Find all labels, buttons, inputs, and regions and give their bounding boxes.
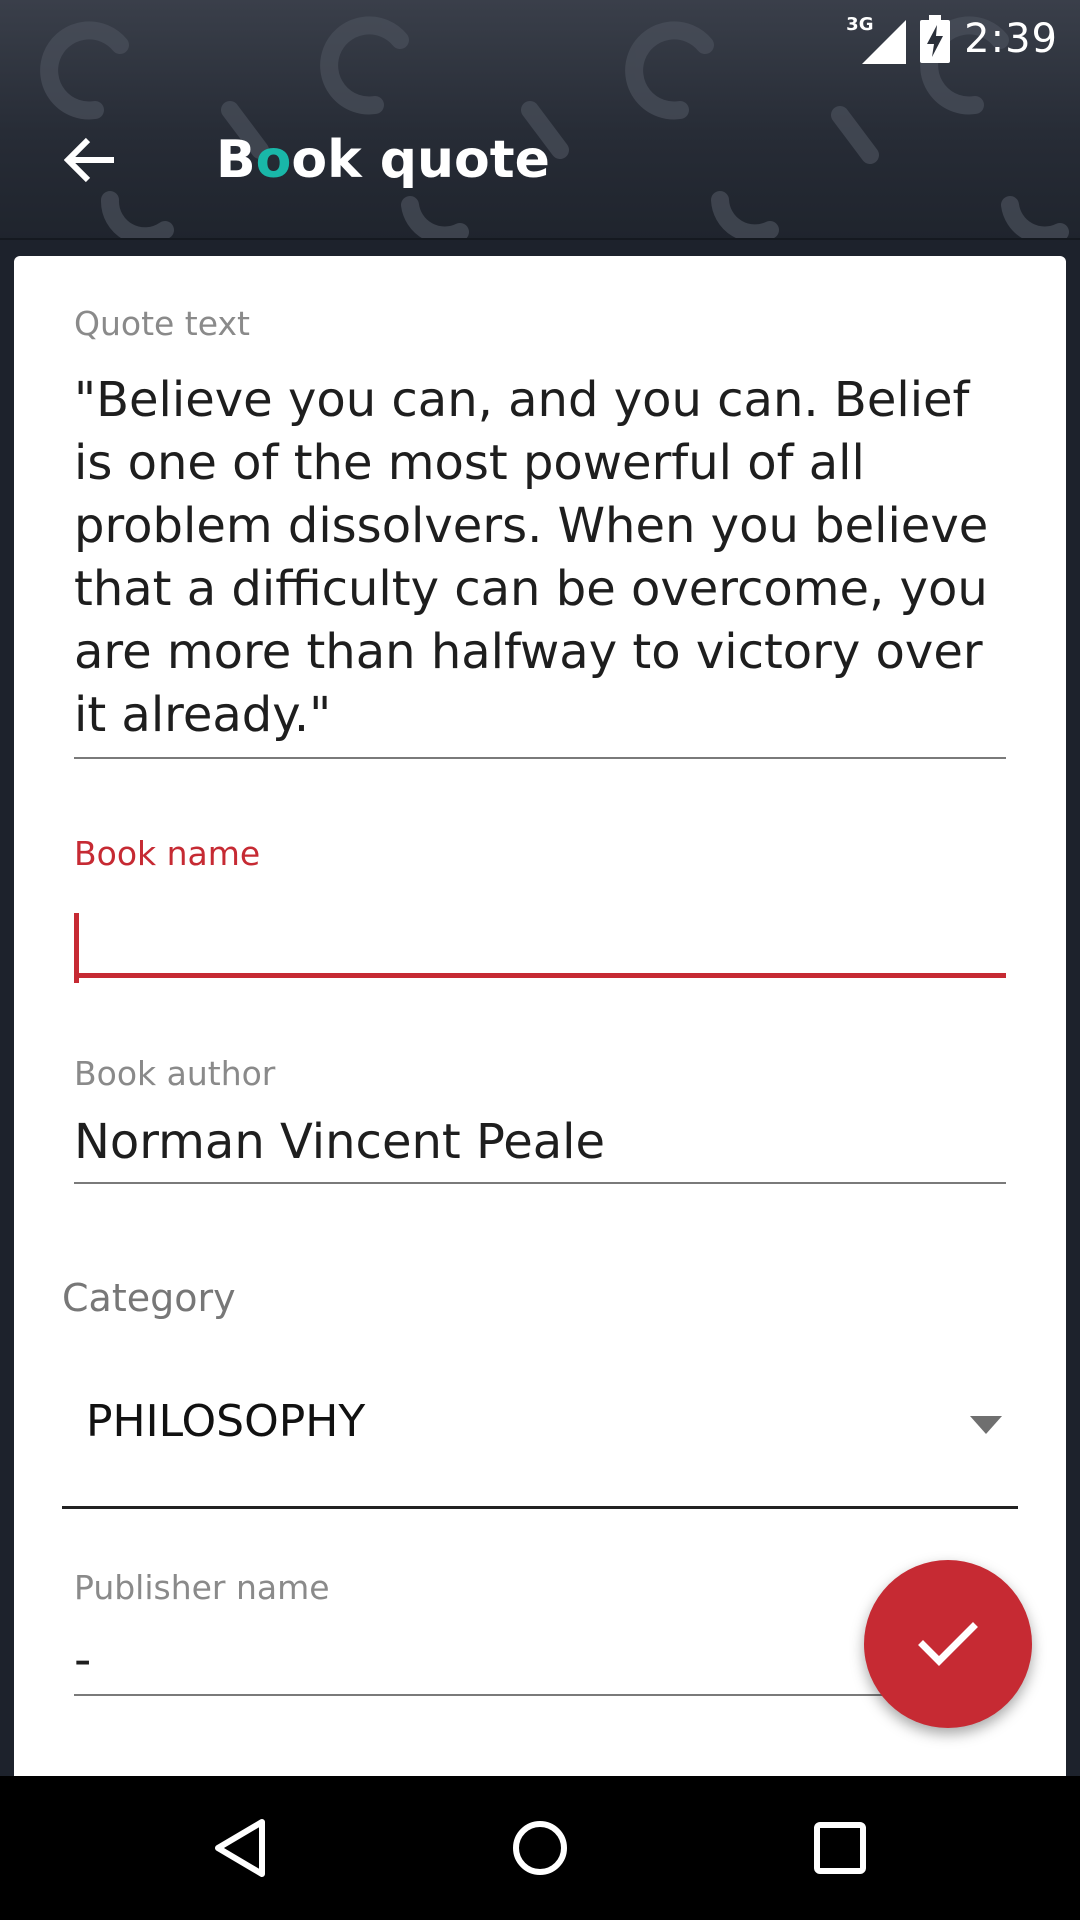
form-card: Quote text "Believe you can, and you can… xyxy=(14,256,1066,1776)
status-bar: 3G 2:39 xyxy=(846,8,1058,70)
back-button[interactable] xyxy=(40,110,140,210)
publisher-name-underline xyxy=(74,1694,1006,1696)
book-name-field[interactable]: Book name xyxy=(74,834,1006,983)
navigation-bar xyxy=(0,1776,1080,1920)
nav-home-button[interactable] xyxy=(490,1798,590,1898)
book-name-underline xyxy=(74,973,1006,978)
battery-charging-icon xyxy=(920,15,951,63)
quote-text-input[interactable]: "Believe you can, and you can. Belief is… xyxy=(74,369,1006,757)
page-title: Book quote xyxy=(216,130,550,190)
book-author-underline xyxy=(74,1182,1006,1184)
nav-recents-button[interactable] xyxy=(790,1798,890,1898)
text-cursor xyxy=(74,913,79,983)
book-name-input[interactable] xyxy=(74,873,1006,983)
clock: 2:39 xyxy=(964,16,1058,62)
nav-home-icon xyxy=(513,1821,567,1875)
check-icon xyxy=(918,1622,978,1666)
publisher-name-label: Publisher name xyxy=(74,1568,330,1607)
save-button[interactable] xyxy=(864,1560,1032,1728)
quote-text-field[interactable]: Quote text "Believe you can, and you can… xyxy=(74,304,1006,759)
arrow-back-icon xyxy=(64,137,114,183)
nav-back-icon xyxy=(215,1819,265,1877)
quote-text-underline xyxy=(74,757,1006,759)
category-underline xyxy=(62,1506,1018,1509)
toolbar: Book quote xyxy=(0,100,1080,220)
app-header: 3G 2:39 Book quote xyxy=(0,0,1080,240)
book-author-input[interactable]: Norman Vincent Peale xyxy=(74,1111,1006,1182)
signal-icon: 3G xyxy=(846,14,907,64)
dropdown-arrow-icon xyxy=(970,1416,1002,1434)
category-label: Category xyxy=(62,1276,236,1320)
category-selected-value: PHILOSOPHY xyxy=(86,1396,366,1447)
header-divider xyxy=(0,238,1080,240)
quote-text-label: Quote text xyxy=(74,304,250,343)
book-author-field[interactable]: Book author Norman Vincent Peale xyxy=(74,1054,1006,1184)
nav-back-button[interactable] xyxy=(190,1798,290,1898)
category-dropdown[interactable]: PHILOSOPHY xyxy=(62,1366,1018,1516)
nav-recents-icon xyxy=(814,1822,866,1874)
book-name-label: Book name xyxy=(74,834,261,873)
book-author-label: Book author xyxy=(74,1054,276,1093)
